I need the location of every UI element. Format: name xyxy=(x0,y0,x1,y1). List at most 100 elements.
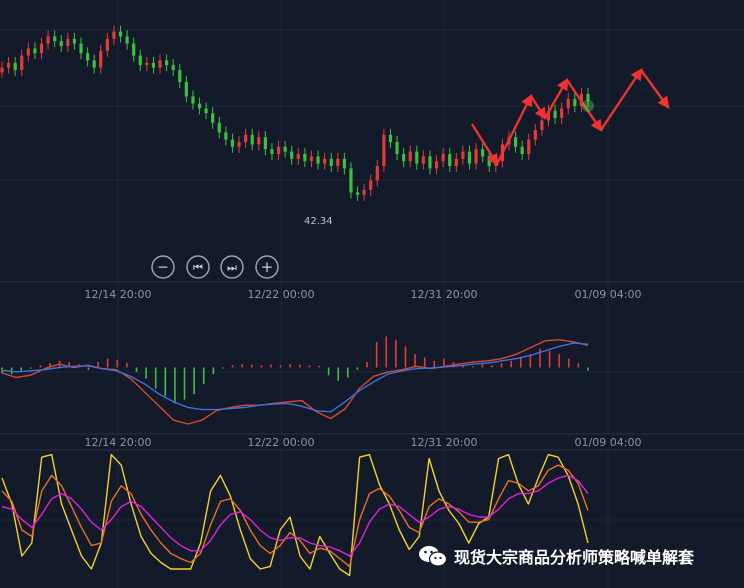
candle-body xyxy=(342,158,346,169)
plus-icon: + xyxy=(261,258,274,276)
candle-body xyxy=(257,137,261,145)
candle-body xyxy=(138,55,142,66)
candle-body xyxy=(46,36,50,44)
candle-body xyxy=(303,154,307,162)
x-tick-label: 12/22 00:00 xyxy=(248,436,315,449)
macd-lines xyxy=(1,339,589,425)
candle-body xyxy=(204,108,208,114)
candle-body xyxy=(309,156,314,162)
price-grid xyxy=(0,0,744,282)
candle-body xyxy=(395,142,399,154)
x-tick-label: 12/14 20:00 xyxy=(85,436,152,449)
candle-body xyxy=(434,161,439,169)
candle-body xyxy=(59,41,63,46)
price-x-axis: 12/14 20:00 12/22 00:00 12/31 20:00 01/09 0… xyxy=(0,281,744,301)
candle-body xyxy=(474,149,478,164)
candle-body xyxy=(118,31,123,37)
candle-body xyxy=(0,67,4,73)
trend-arrow xyxy=(529,95,547,121)
candle-body xyxy=(224,132,228,140)
macd-grid xyxy=(0,283,744,434)
candle-body xyxy=(553,110,557,118)
candle-body xyxy=(66,38,70,46)
candle-body xyxy=(441,154,445,162)
candle-body xyxy=(13,62,17,70)
candle-body xyxy=(573,98,577,106)
zoom-out-button[interactable]: − xyxy=(151,255,175,279)
skip-back-icon: ⏮ xyxy=(193,261,203,274)
candle-body xyxy=(428,156,432,169)
minus-icon: − xyxy=(157,260,169,276)
candle-body xyxy=(402,154,406,162)
candle-body xyxy=(99,50,103,68)
candle-body xyxy=(296,154,300,159)
candle-body xyxy=(6,62,11,68)
candle-body xyxy=(388,134,393,142)
candle-body xyxy=(178,70,182,82)
candle-body xyxy=(415,151,419,164)
skip-forward-icon: ⏭ xyxy=(227,261,237,274)
candle-body xyxy=(408,151,412,162)
candle-body xyxy=(276,146,281,154)
candle-body xyxy=(250,134,254,145)
candle-body xyxy=(270,149,274,154)
candle-body xyxy=(461,151,465,159)
candle-body xyxy=(244,134,248,142)
candle-body xyxy=(316,156,320,164)
candle-body xyxy=(112,31,116,39)
candle-body xyxy=(79,43,83,54)
candle-body xyxy=(520,146,524,154)
candle-body xyxy=(20,55,24,70)
candle-body xyxy=(566,98,570,109)
candle-body xyxy=(184,82,188,97)
candle-body xyxy=(481,149,485,157)
candle-body xyxy=(527,139,531,154)
candle-body xyxy=(26,48,30,56)
trend-arrow xyxy=(600,68,643,131)
candle-body xyxy=(171,65,175,70)
watermark: 现货大宗商品分析师策略喊单解套 xyxy=(418,542,694,570)
candle-body xyxy=(125,36,129,44)
previous-button[interactable]: ⏮ xyxy=(186,255,210,279)
candle-body xyxy=(145,62,149,66)
candle-body xyxy=(237,142,241,147)
candle-body xyxy=(211,113,215,123)
macd-panel xyxy=(0,283,744,434)
candle-body xyxy=(329,158,333,166)
candle-body xyxy=(92,60,96,68)
candle-body xyxy=(487,156,491,166)
candle-body xyxy=(560,108,564,118)
candle-body xyxy=(230,139,235,147)
candle-body xyxy=(85,53,90,61)
candle-body xyxy=(217,122,221,133)
candle-body xyxy=(197,103,202,109)
x-tick-label: 12/31 20:00 xyxy=(411,436,478,449)
macd-histogram xyxy=(1,336,589,404)
candle-body xyxy=(382,134,386,166)
candle-body xyxy=(533,130,537,140)
candle-body xyxy=(454,158,458,166)
candle-body xyxy=(263,137,267,150)
candle-body xyxy=(53,36,57,42)
candle-body xyxy=(165,60,169,66)
price-candles xyxy=(0,25,590,201)
candle-body xyxy=(39,43,44,54)
trend-arrow xyxy=(640,69,670,109)
candle-body xyxy=(369,180,373,190)
next-button[interactable]: ⏭ xyxy=(220,255,244,279)
low-price-label: 42.34 xyxy=(304,216,333,227)
candle-body xyxy=(290,151,294,159)
candle-body xyxy=(448,154,452,166)
candle-body xyxy=(283,146,287,152)
candle-body xyxy=(33,48,37,54)
watermark-text: 现货大宗商品分析师策略喊单解套 xyxy=(454,548,695,567)
price-panel: 42.34 xyxy=(0,0,744,282)
chart-canvas: 42.34 − ⏮ ⏭ + 12/14 20:00 12/22 00:00 12/3… xyxy=(0,0,744,588)
macd-x-axis: 12/14 20:00 12/22 00:00 12/31 20:00 01/09 0… xyxy=(0,433,744,449)
candle-body xyxy=(336,158,340,166)
candle-body xyxy=(355,192,360,195)
candle-body xyxy=(540,120,544,130)
candle-body xyxy=(132,43,136,56)
zoom-in-button[interactable]: + xyxy=(255,255,279,279)
wechat-icon xyxy=(419,546,448,567)
